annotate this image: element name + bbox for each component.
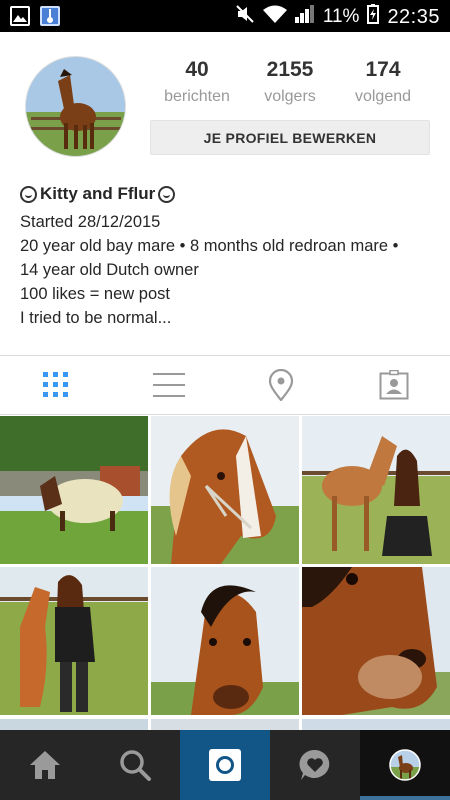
list-icon <box>152 373 185 397</box>
bio-line: Started 28/12/2015 <box>20 213 161 231</box>
photo-thumbnail[interactable] <box>0 718 148 730</box>
home-icon <box>30 751 60 779</box>
thermometer-notification-icon <box>40 6 60 26</box>
edit-profile-button[interactable]: JE PROFIEL BEWERKEN <box>150 120 430 155</box>
nav-home[interactable] <box>0 730 90 800</box>
photo-thumbnail[interactable] <box>0 416 148 564</box>
wifi-icon <box>262 5 287 29</box>
grid-icon <box>43 372 69 397</box>
status-bar: 11% 22:35 <box>0 0 450 32</box>
nav-activity[interactable] <box>270 730 360 800</box>
photo-thumbnail[interactable] <box>151 718 299 730</box>
activity-heart-icon <box>299 749 330 780</box>
bio-line: 100 likes = new post <box>20 285 170 303</box>
profile-avatar-icon <box>389 749 421 781</box>
photo-thumbnail[interactable] <box>151 416 299 564</box>
followers-count: 2155 <box>266 58 314 81</box>
stat-posts[interactable]: 40 berichten <box>147 58 247 106</box>
battery-percentage: 11% <box>322 6 360 27</box>
tab-grid-view[interactable] <box>0 356 113 414</box>
following-count: 174 <box>365 58 401 81</box>
search-icon <box>120 750 151 781</box>
profile-name: Kitty and Fflur <box>40 184 156 203</box>
photo-thumbnail[interactable] <box>302 718 450 730</box>
following-label: volgend <box>354 88 412 105</box>
bio-line: 14 year old Dutch owner <box>20 261 199 279</box>
tagged-photos-icon <box>379 370 409 400</box>
mute-icon <box>235 4 255 30</box>
location-pin-icon <box>269 369 294 401</box>
profile-view-tabs <box>0 355 450 415</box>
tab-tagged-photos[interactable] <box>338 356 450 414</box>
battery-charging-icon <box>367 4 380 30</box>
nav-search[interactable] <box>90 730 180 800</box>
posts-label: berichten <box>164 88 230 105</box>
tab-photo-map[interactable] <box>225 356 338 414</box>
photo-thumbnail[interactable] <box>151 567 299 715</box>
stat-followers[interactable]: 2155 volgers <box>240 58 340 106</box>
photo-thumbnail[interactable] <box>302 416 450 564</box>
photo-thumbnail[interactable] <box>0 567 148 715</box>
stat-following[interactable]: 174 volgend <box>333 58 433 106</box>
posts-count: 40 <box>185 58 209 81</box>
bio-line: 20 year old bay mare • 8 months old redr… <box>20 237 399 255</box>
nav-camera[interactable] <box>180 730 270 800</box>
clock: 22:35 <box>387 5 440 28</box>
smiley-emoji-icon <box>158 185 176 203</box>
gallery-notification-icon <box>10 6 30 26</box>
camera-icon <box>209 749 241 781</box>
bio-line: I tried to be normal... <box>20 309 172 327</box>
profile-name-row: Kitty and Fflur <box>20 182 435 206</box>
followers-label: volgers <box>264 88 316 105</box>
bottom-navigation <box>0 730 450 800</box>
smiley-emoji-icon <box>20 185 37 203</box>
profile-avatar[interactable] <box>25 56 126 157</box>
photo-thumbnail[interactable] <box>302 567 450 715</box>
profile-bio: Kitty and Fflur Started 28/12/2015 20 ye… <box>20 182 435 330</box>
signal-icon <box>294 5 315 29</box>
nav-profile[interactable] <box>360 730 450 800</box>
tab-list-view[interactable] <box>113 356 226 414</box>
